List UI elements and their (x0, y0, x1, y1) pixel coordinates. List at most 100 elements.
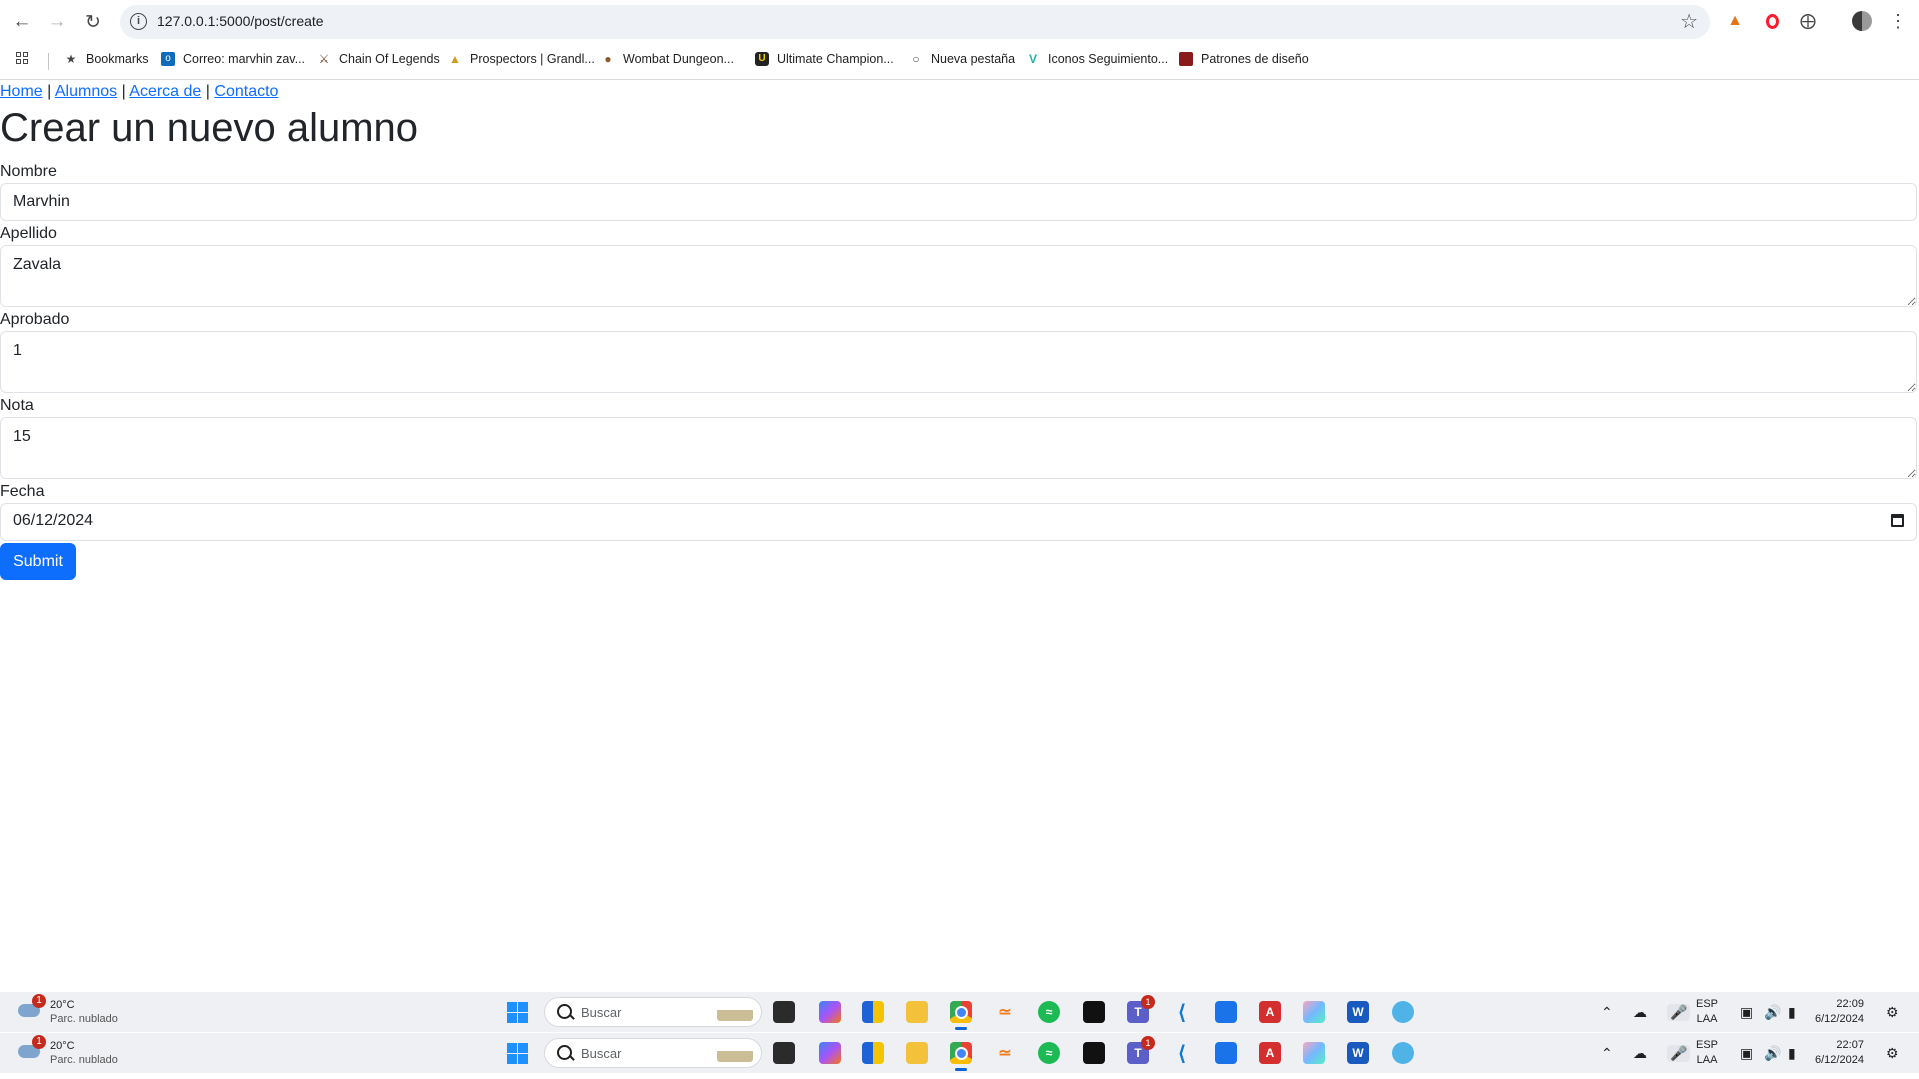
extensions-icon[interactable]: ⨁ (1797, 10, 1819, 32)
bookmarks-divider (48, 53, 49, 70)
notifications-icon[interactable]: ⚙ (1886, 1045, 1899, 1062)
tradingview-icon[interactable] (1083, 1001, 1105, 1023)
volume-icon[interactable]: 🔊 (1764, 1045, 1781, 1062)
avatar[interactable] (1851, 10, 1873, 32)
acrobat-icon[interactable]: A (1259, 1001, 1281, 1023)
bookmark-item[interactable]: ★ Bookmarks (64, 52, 149, 66)
power-bi-icon[interactable] (862, 1001, 884, 1023)
kebab-menu-icon[interactable]: ⋮ (1887, 10, 1909, 32)
address-url[interactable]: 127.0.0.1:5000/post/create (157, 13, 324, 29)
word-icon[interactable]: W (1347, 1001, 1369, 1023)
language-indicator[interactable]: ESP LAA (1696, 997, 1718, 1027)
teams-icon[interactable]: T1 (1127, 1036, 1155, 1064)
bookmark-item[interactable]: V Iconos Seguimiento... (1026, 52, 1168, 66)
nota-textarea[interactable]: 15 (0, 417, 1917, 479)
forward-arrow-icon[interactable]: → (44, 9, 70, 35)
taskbar-clock[interactable]: 22:07 6/12/2024 (1815, 1038, 1864, 1068)
back-arrow-icon[interactable]: ← (9, 9, 35, 35)
bookmarks-bar: ★ Bookmarks o Correo: marvhin zav... ⚔ Chai… (0, 44, 1919, 80)
submit-button[interactable]: Submit (0, 543, 76, 580)
network-icon[interactable]: ▣ (1740, 1045, 1753, 1062)
battery-icon[interactable]: ▮ (1788, 1045, 1796, 1062)
network-icon[interactable]: ▣ (1740, 1004, 1753, 1021)
file-explorer-icon[interactable] (906, 1042, 928, 1064)
nav-link-home[interactable]: Home (0, 83, 43, 100)
taskbar-clock[interactable]: 22:09 6/12/2024 (1815, 997, 1864, 1027)
address-bar[interactable]: i 127.0.0.1:5000/post/create ☆ (120, 5, 1710, 39)
nombre-label: Nombre (0, 163, 57, 180)
paint-icon[interactable] (1303, 1001, 1325, 1023)
search-icon (557, 1004, 572, 1019)
chrome-icon[interactable] (950, 1001, 972, 1030)
design-patterns-icon (1179, 52, 1193, 66)
bookmark-item[interactable]: ○ Nueva pestaña (909, 52, 1015, 66)
spotify-icon[interactable]: ≈ (1038, 1001, 1060, 1023)
copilot-icon[interactable] (819, 1042, 841, 1064)
taskbar-search[interactable]: Buscar (544, 1038, 762, 1068)
aprobado-textarea[interactable]: 1 (0, 331, 1917, 393)
word-icon[interactable]: W (1347, 1042, 1369, 1064)
language-indicator[interactable]: ESP LAA (1696, 1038, 1718, 1068)
bookmark-item[interactable]: ▲ Prospectors | Grandl... (448, 52, 595, 66)
vscode-icon[interactable]: ⟨ (1171, 1001, 1193, 1024)
search-placeholder: Buscar (581, 1005, 622, 1020)
nombre-input[interactable] (0, 183, 1917, 221)
file-explorer-icon[interactable] (906, 1001, 928, 1023)
weather-desc: Parc. nublado (50, 1013, 118, 1025)
fecha-date-input[interactable]: 06/12/2024 (0, 503, 1917, 541)
weather-widget[interactable]: 1 20°C Parc. nublado (18, 1035, 118, 1067)
calendar-icon[interactable] (1891, 514, 1904, 527)
windows-start-icon[interactable] (507, 1043, 528, 1064)
taskbar-search[interactable]: Buscar (544, 997, 762, 1027)
onedrive-cloud-icon[interactable]: ☁ (1633, 1045, 1647, 1062)
network-globe-icon[interactable] (1392, 1042, 1414, 1064)
search-highlight-image (717, 1003, 753, 1021)
bookmark-star-icon[interactable]: ☆ (1680, 9, 1698, 34)
apellido-textarea[interactable]: Zavala (0, 245, 1917, 307)
notepad-icon[interactable] (1215, 1001, 1237, 1023)
teams-badge: 1 (1141, 1036, 1155, 1050)
copilot-icon[interactable] (819, 1001, 841, 1023)
metamask-icon[interactable]: ▲ (1724, 10, 1746, 32)
reload-icon[interactable]: ↻ (80, 9, 106, 35)
weather-badge: 1 (32, 1035, 46, 1049)
power-bi-icon[interactable] (862, 1042, 884, 1064)
nav-link-alumnos[interactable]: Alumnos (55, 83, 117, 100)
eclipse-icon[interactable]: ≃ (994, 1001, 1016, 1023)
windows-start-icon[interactable] (507, 1002, 528, 1023)
vscode-icon[interactable]: ⟨ (1171, 1042, 1193, 1065)
teams-icon[interactable]: T1 (1127, 995, 1155, 1023)
apps-grid-icon[interactable] (16, 52, 28, 64)
tradingview-icon[interactable] (1083, 1042, 1105, 1064)
site-info-icon[interactable]: i (130, 13, 147, 30)
weather-badge: 1 (32, 994, 46, 1008)
network-globe-icon[interactable] (1392, 1001, 1414, 1023)
chevron-up-icon[interactable]: ⌃ (1601, 1045, 1613, 1062)
globe-icon: ○ (912, 52, 920, 66)
volume-icon[interactable]: 🔊 (1764, 1004, 1781, 1021)
notifications-icon[interactable]: ⚙ (1886, 1004, 1899, 1021)
bookmark-item[interactable]: ⚔ Chain Of Legends (317, 52, 440, 66)
battery-icon[interactable]: ▮ (1788, 1004, 1796, 1021)
opera-icon[interactable] (1761, 10, 1783, 32)
mic-muted-icon[interactable]: 🎤 (1667, 1004, 1691, 1021)
paint-icon[interactable] (1303, 1042, 1325, 1064)
acrobat-icon[interactable]: A (1259, 1042, 1281, 1064)
eclipse-icon[interactable]: ≃ (994, 1042, 1016, 1064)
bookmark-item[interactable]: ● Wombat Dungeon... (601, 52, 734, 66)
weather-widget[interactable]: 1 20°C Parc. nublado (18, 994, 118, 1026)
spotify-icon[interactable]: ≈ (1038, 1042, 1060, 1064)
onedrive-cloud-icon[interactable]: ☁ (1633, 1004, 1647, 1021)
top-nav: Home | Alumnos | Acerca de | Contacto (0, 83, 278, 101)
chrome-icon[interactable] (950, 1042, 972, 1071)
mic-muted-icon[interactable]: 🎤 (1667, 1045, 1691, 1062)
task-view-icon[interactable] (773, 1042, 795, 1064)
chevron-up-icon[interactable]: ⌃ (1601, 1004, 1613, 1021)
bookmark-item[interactable]: Patrones de diseño (1179, 52, 1309, 66)
bookmark-item[interactable]: U Ultimate Champion... (755, 52, 894, 66)
nav-link-acerca-de[interactable]: Acerca de (129, 83, 201, 100)
notepad-icon[interactable] (1215, 1042, 1237, 1064)
bookmark-item[interactable]: o Correo: marvhin zav... (161, 52, 305, 66)
task-view-icon[interactable] (773, 1001, 795, 1023)
nav-link-contacto[interactable]: Contacto (214, 83, 278, 100)
